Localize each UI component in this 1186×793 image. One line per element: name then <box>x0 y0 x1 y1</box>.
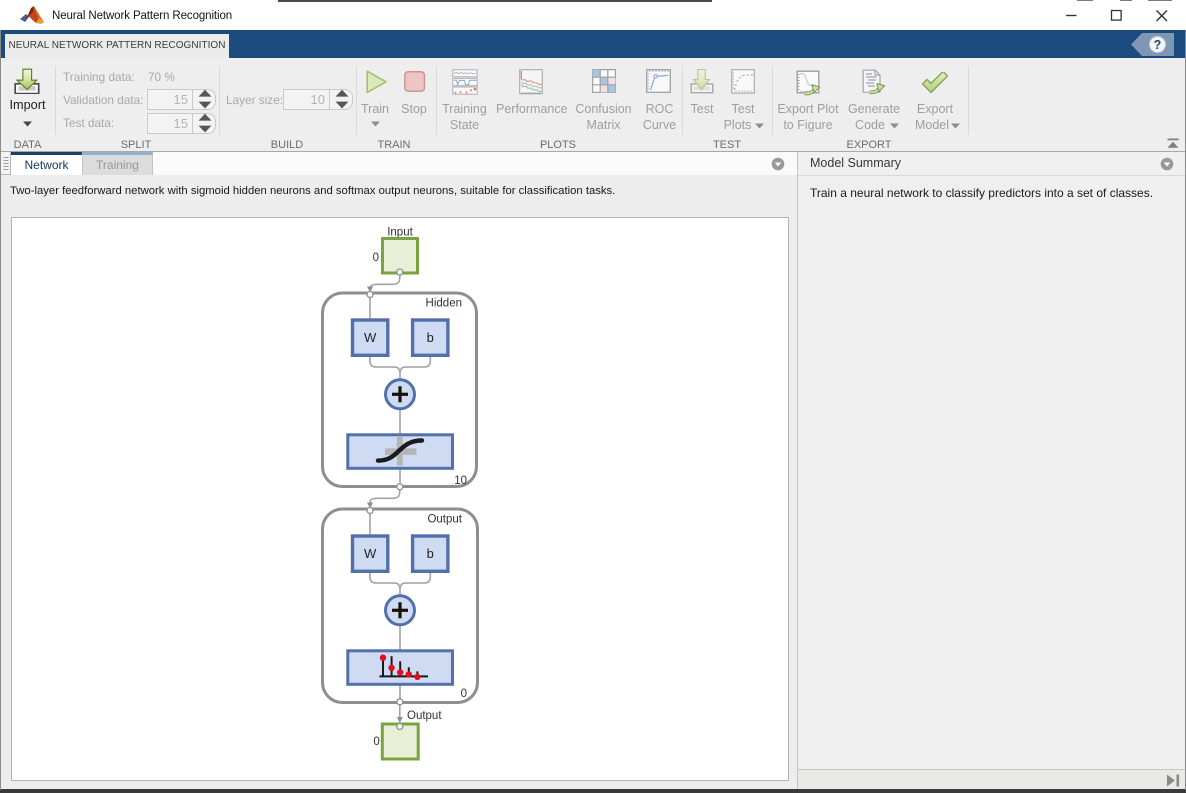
svg-text:W: W <box>364 546 377 561</box>
svg-text:b: b <box>427 330 434 345</box>
svg-text:Hidden: Hidden <box>426 298 462 310</box>
svg-text:0: 0 <box>373 736 379 748</box>
svg-text:Output: Output <box>427 514 462 526</box>
svg-text:b: b <box>427 546 434 561</box>
svg-text:W: W <box>364 330 377 345</box>
svg-text:?: ? <box>1154 38 1162 52</box>
svg-text:0: 0 <box>373 252 379 264</box>
svg-text:Output: Output <box>407 710 442 722</box>
svg-text:Input: Input <box>387 227 413 239</box>
svg-text:10: 10 <box>454 475 467 487</box>
svg-text:0: 0 <box>461 688 467 700</box>
